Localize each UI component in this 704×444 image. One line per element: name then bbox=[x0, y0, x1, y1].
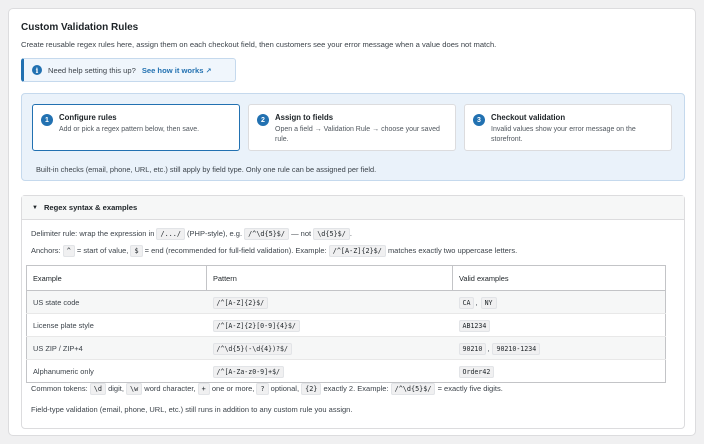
field-type-note: Field-type validation (email, phone, URL… bbox=[31, 405, 353, 414]
example-cell: US state code bbox=[26, 290, 207, 314]
step-description: Add or pick a regex pattern below, then … bbox=[59, 126, 200, 133]
code-snippet: {2} bbox=[301, 383, 322, 395]
help-notice-text: Need help setting this up? bbox=[48, 65, 136, 75]
example-cell: US ZIP / ZIP+4 bbox=[26, 336, 207, 360]
valid-example-code: NY bbox=[480, 296, 497, 309]
common-tokens-text: Common tokens: \d digit, \w word charact… bbox=[31, 383, 503, 395]
steps-note: Built-in checks (email, phone, URL, etc.… bbox=[36, 165, 377, 174]
pattern-code: /^[A-Z]{2}$/ bbox=[212, 296, 269, 309]
valid-examples-cell: CA, NY bbox=[452, 290, 666, 314]
column-header-example: Example bbox=[26, 265, 207, 291]
valid-examples-cell: AB1234 bbox=[452, 313, 666, 337]
pattern-cell: /^[A-Za-z0-9]+$/ bbox=[206, 359, 453, 383]
valid-examples-cell: Order42 bbox=[452, 359, 666, 383]
valid-example-code: AB1234 bbox=[458, 319, 491, 332]
info-icon: i bbox=[32, 65, 42, 75]
code-snippet: /^\d{5}$/ bbox=[390, 383, 436, 395]
validation-rules-card: Custom Validation Rules Create reusable … bbox=[8, 8, 696, 436]
step-checkout-validation[interactable]: 3 Checkout validation Invalid values sho… bbox=[464, 104, 672, 151]
external-link-icon: ↗ bbox=[205, 67, 212, 75]
see-how-it-works-link[interactable]: See how it works ↗ bbox=[142, 66, 212, 75]
pattern-code: /^[A-Z]{2}[0-9]{4}$/ bbox=[212, 319, 300, 332]
step-number-badge: 1 bbox=[41, 114, 53, 126]
code-snippet: /^\d{5}$/ bbox=[244, 228, 289, 240]
step-configure-rules[interactable]: 1 Configure rules Add or pick a regex pa… bbox=[32, 104, 240, 151]
help-notice: i Need help setting this up? See how it … bbox=[21, 58, 236, 82]
code-snippet: \d bbox=[89, 383, 106, 395]
valid-examples-cell: 90210, 90210-1234 bbox=[452, 336, 666, 360]
code-snippet: ^ bbox=[62, 245, 75, 257]
setup-steps-panel: 1 Configure rules Add or pick a regex pa… bbox=[21, 93, 685, 181]
step-title: Checkout validation bbox=[491, 113, 566, 122]
step-number-badge: 3 bbox=[473, 114, 485, 126]
step-title: Configure rules bbox=[59, 113, 117, 122]
code-snippet: /^[A-Z]{2}$/ bbox=[328, 245, 386, 257]
accordion-title: Regex syntax & examples bbox=[43, 203, 138, 212]
step-assign-to-fields[interactable]: 2 Assign to fields Open a field → Valida… bbox=[248, 104, 456, 151]
step-description: Invalid values show your error message o… bbox=[491, 126, 636, 144]
page-title: Custom Validation Rules bbox=[21, 22, 139, 33]
pattern-cell: /^[A-Z]{2}[0-9]{4}$/ bbox=[206, 313, 453, 337]
table-row: US state code /^[A-Z]{2}$/ CA, NY bbox=[26, 290, 666, 314]
step-description: Open a field → Validation Rule → choose … bbox=[275, 126, 440, 144]
code-snippet: ? bbox=[256, 383, 269, 395]
valid-example-code: CA bbox=[458, 296, 475, 309]
delimiter-rule-text: Delimiter rule: wrap the expression in /… bbox=[31, 228, 352, 240]
example-cell: License plate style bbox=[26, 313, 207, 337]
page-description: Create reusable regex rules here, assign… bbox=[21, 40, 497, 49]
step-title: Assign to fields bbox=[275, 113, 334, 122]
pattern-cell: /^\d{5}(-\d{4})?$/ bbox=[206, 336, 453, 360]
valid-example-code: 90210-1234 bbox=[492, 342, 541, 355]
anchors-text: Anchors: ^ = start of value, $ = end (re… bbox=[31, 245, 518, 257]
pattern-code: /^\d{5}(-\d{4})?$/ bbox=[212, 342, 292, 355]
table-row: License plate style /^[A-Z]{2}[0-9]{4}$/… bbox=[26, 313, 666, 337]
code-snippet: \d{5}$/ bbox=[313, 228, 350, 240]
code-snippet: + bbox=[197, 383, 210, 395]
column-header-pattern: Pattern bbox=[206, 265, 453, 291]
code-snippet: \w bbox=[126, 383, 143, 395]
valid-example-code: Order42 bbox=[458, 365, 495, 378]
code-snippet: /.../ bbox=[156, 228, 185, 240]
step-number-badge: 2 bbox=[257, 114, 269, 126]
example-cell: Alphanumeric only bbox=[26, 359, 207, 383]
table-row: US ZIP / ZIP+4 /^\d{5}(-\d{4})?$/ 90210,… bbox=[26, 336, 666, 360]
pattern-code: /^[A-Za-z0-9]+$/ bbox=[212, 365, 285, 378]
table-header-row: Example Pattern Valid examples bbox=[26, 265, 666, 291]
valid-example-code: 90210 bbox=[458, 342, 487, 355]
table-row: Alphanumeric only /^[A-Za-z0-9]+$/ Order… bbox=[26, 359, 666, 383]
accordion-toggle[interactable]: ▼ Regex syntax & examples bbox=[22, 196, 684, 220]
code-snippet: $ bbox=[130, 245, 143, 257]
column-header-valid-examples: Valid examples bbox=[452, 265, 666, 291]
regex-examples-table: Example Pattern Valid examples US state … bbox=[26, 265, 666, 383]
pattern-cell: /^[A-Z]{2}$/ bbox=[206, 290, 453, 314]
caret-down-icon: ▼ bbox=[32, 204, 38, 211]
